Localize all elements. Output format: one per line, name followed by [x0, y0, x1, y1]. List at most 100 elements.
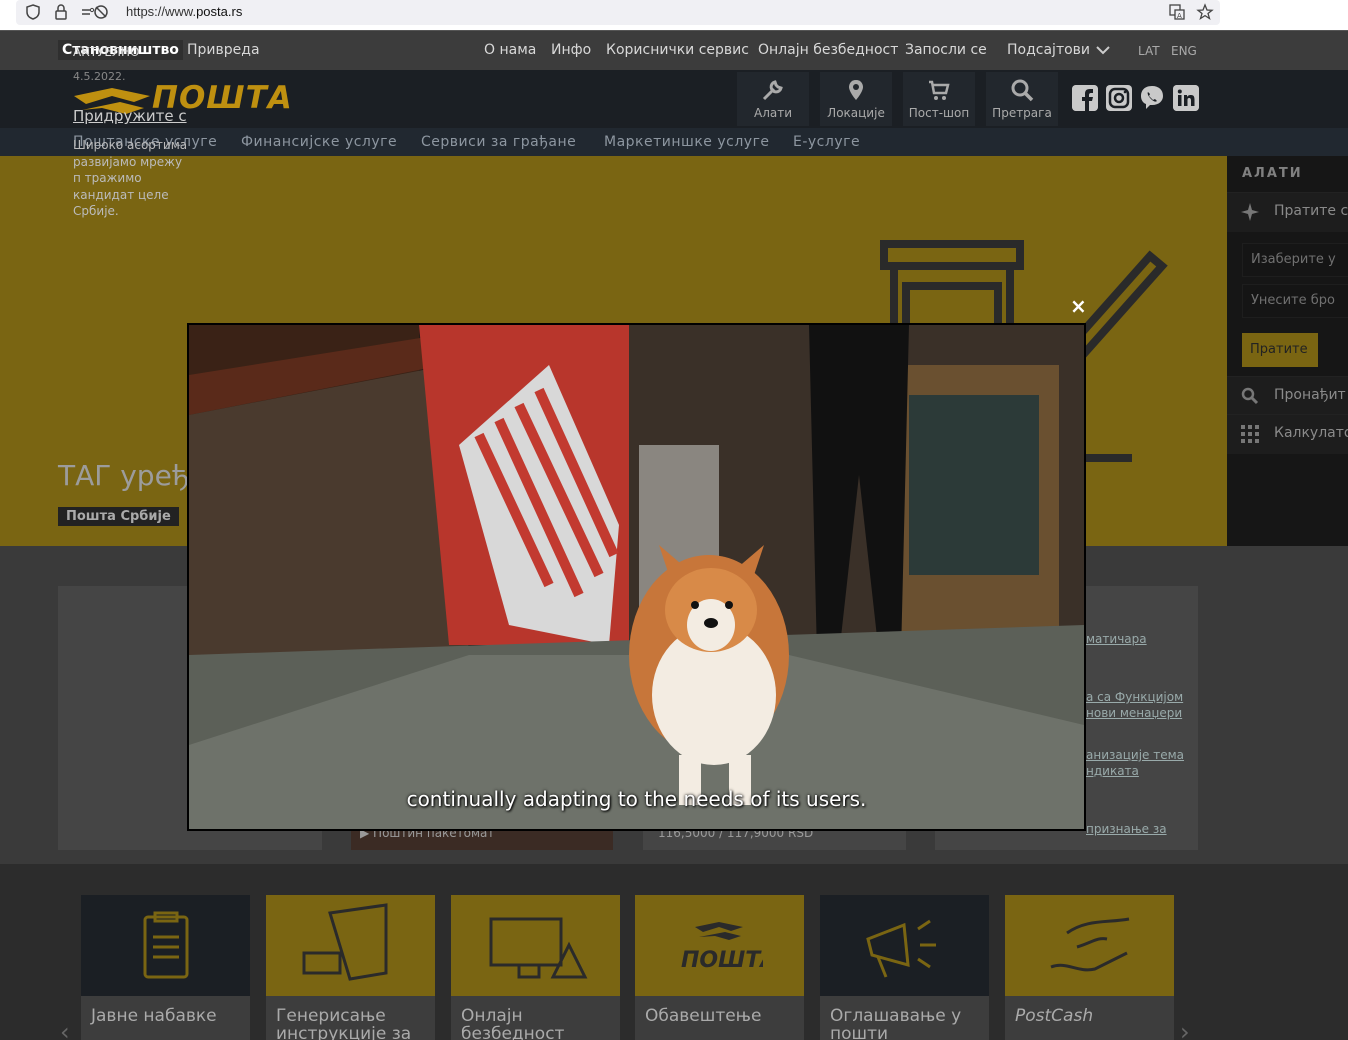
- tile-label: Оглашавање у пошти: [830, 1006, 962, 1040]
- locations-label: Локације: [827, 106, 885, 120]
- bookmark-star-icon[interactable]: [1196, 3, 1214, 21]
- menu-e-services[interactable]: Е-услуге: [793, 134, 860, 150]
- tile-online-security[interactable]: Онлајн безбедност: [451, 895, 620, 1040]
- tile-image: [451, 895, 620, 996]
- hero-title: ТАГ уређа: [58, 459, 207, 492]
- nav-info[interactable]: Инфо: [551, 42, 591, 58]
- instagram-icon[interactable]: [1106, 85, 1132, 111]
- clipboard-icon: [143, 911, 189, 979]
- hero-tag: Пошта Србије: [58, 507, 179, 526]
- posta-logo-icon: ПОШТА: [681, 922, 763, 971]
- announcement-link-3[interactable]: нови менаџери: [1086, 706, 1182, 720]
- menu-citizen-services[interactable]: Сервиси за грађане: [421, 134, 576, 150]
- tile-image: ПОШТА: [635, 895, 804, 996]
- tile-image: [1005, 895, 1174, 996]
- url-text[interactable]: https://www.posta.rs: [126, 4, 242, 19]
- megaphone-icon: [866, 919, 936, 978]
- tile-image: [820, 895, 989, 996]
- tracking-number-placeholder: Унесите бро: [1251, 293, 1335, 308]
- tile-advertising[interactable]: Оглашавање у пошти: [820, 895, 989, 1040]
- track-shipment-row[interactable]: Пратите с: [1227, 192, 1348, 232]
- tools-button[interactable]: Алати: [737, 72, 809, 126]
- calculator-row[interactable]: Калкулато: [1227, 414, 1348, 454]
- site-header: ПОШТА Алати Локације Пост-шоп Претрага: [0, 70, 1348, 128]
- shield-icon[interactable]: [24, 3, 42, 21]
- carousel-next-arrow[interactable]: ›: [1180, 1018, 1190, 1040]
- browser-bar: https://www.posta.rs A: [0, 0, 1348, 30]
- computer-warning-icon: [489, 917, 588, 979]
- main-menu: Поштанске услуге Финансијске услуге Серв…: [0, 128, 1348, 156]
- tools-panel: АЛАТИ Пратите с Изаберите у Унесите бро …: [1227, 156, 1348, 546]
- wrench-icon: [762, 80, 783, 101]
- lang-english[interactable]: ENG: [1171, 44, 1197, 58]
- search-label: Претрага: [992, 106, 1052, 120]
- announcement-link-4[interactable]: анизације тема: [1086, 748, 1184, 762]
- tools-label: Алати: [753, 106, 793, 120]
- nav-careers[interactable]: Запосли се: [905, 42, 987, 58]
- tile-generate-instructions[interactable]: Генерисање инструкције за: [266, 895, 435, 1040]
- locations-button[interactable]: Локације: [820, 72, 892, 126]
- translate-icon[interactable]: A: [1168, 3, 1186, 21]
- track-label: Пратите с: [1274, 203, 1348, 219]
- nav-customer-service[interactable]: Кориснички сервис: [606, 42, 749, 58]
- tile-image: [81, 895, 250, 996]
- track-button[interactable]: Пратите: [1242, 333, 1318, 367]
- viber-icon[interactable]: [1139, 85, 1165, 111]
- url-prefix: https://www.: [126, 4, 197, 19]
- nav-about[interactable]: О нама: [484, 42, 536, 58]
- chevron-down-icon[interactable]: [1096, 45, 1110, 55]
- facebook-icon[interactable]: [1072, 85, 1098, 111]
- post-shop-label: Пост-шоп: [908, 106, 970, 120]
- announcement-link-2[interactable]: а са Функцијом: [1086, 690, 1183, 704]
- find-row[interactable]: Пронађит: [1227, 376, 1348, 416]
- tile-postcash[interactable]: PostCash: [1005, 895, 1174, 1040]
- service-select-placeholder: Изаберите у: [1251, 252, 1336, 267]
- tracking-number-input[interactable]: Унесите бро: [1242, 284, 1348, 318]
- hand-coin-icon: [1050, 917, 1130, 972]
- announcement-link-6[interactable]: признање за: [1086, 822, 1167, 836]
- search-icon: [1241, 387, 1259, 405]
- segment-business[interactable]: Привреда: [187, 42, 260, 58]
- cart-icon: [929, 80, 950, 100]
- grid-icon: [1241, 425, 1259, 443]
- video-frame: [189, 325, 1084, 829]
- menu-financial-services[interactable]: Финансијске услуге: [241, 134, 397, 150]
- video-modal[interactable]: continually adapting to the needs of its…: [187, 323, 1086, 831]
- nav-subsites[interactable]: Подсајтови: [1007, 42, 1090, 58]
- news-title-link[interactable]: Придружите с: [73, 107, 187, 125]
- linkedin-icon[interactable]: [1173, 85, 1199, 111]
- news-excerpt: Широко асортима развијамо мрежу п тражим…: [73, 138, 188, 218]
- announcement-link-5[interactable]: ндиката: [1086, 764, 1139, 778]
- service-select[interactable]: Изаберите у: [1242, 243, 1348, 277]
- close-icon[interactable]: ×: [1070, 296, 1087, 316]
- lock-icon[interactable]: [52, 3, 70, 21]
- lang-latin[interactable]: LAT: [1138, 44, 1160, 58]
- post-shop-button[interactable]: Пост-шоп: [903, 72, 975, 126]
- permissions-icon[interactable]: [80, 3, 110, 21]
- search-icon: [1011, 79, 1034, 102]
- news-section-title: АКТУЕЛНО: [73, 45, 140, 59]
- svg-text:ПОШТА: ПОШТА: [681, 948, 763, 971]
- tile-image: [266, 895, 435, 996]
- svg-text:A: A: [1177, 12, 1182, 20]
- quick-links-strip: Јавне набавке Генерисање инструкције за …: [0, 864, 1348, 1040]
- nav-online-security[interactable]: Онлајн безбедност: [758, 42, 898, 58]
- tile-label: Онлајн безбедност: [461, 1006, 565, 1040]
- search-button[interactable]: Претрага: [986, 72, 1058, 126]
- tile-label: Обавештење: [645, 1006, 762, 1026]
- calculator-label: Калкулато: [1274, 425, 1348, 441]
- video-caption: continually adapting to the needs of its…: [406, 787, 867, 811]
- carousel-prev-arrow[interactable]: ‹: [60, 1018, 70, 1040]
- payment-screen-icon: [302, 903, 388, 981]
- tile-label: PostCash: [1015, 1006, 1094, 1026]
- tile-label: Генерисање инструкције за: [276, 1006, 412, 1040]
- announcement-link-1[interactable]: матичара: [1086, 632, 1147, 646]
- news-date: 4.5.2022.: [73, 70, 126, 83]
- tools-heading: АЛАТИ: [1242, 166, 1303, 181]
- url-host: posta.rs: [196, 4, 243, 19]
- address-bar[interactable]: https://www.posta.rs A: [16, 0, 1220, 25]
- menu-marketing-services[interactable]: Маркетиншке услуге: [604, 134, 770, 150]
- tile-notice[interactable]: ПОШТА Обавештење: [635, 895, 804, 1040]
- map-pin-icon: [849, 80, 863, 100]
- tile-public-procurement[interactable]: Јавне набавке: [81, 895, 250, 1040]
